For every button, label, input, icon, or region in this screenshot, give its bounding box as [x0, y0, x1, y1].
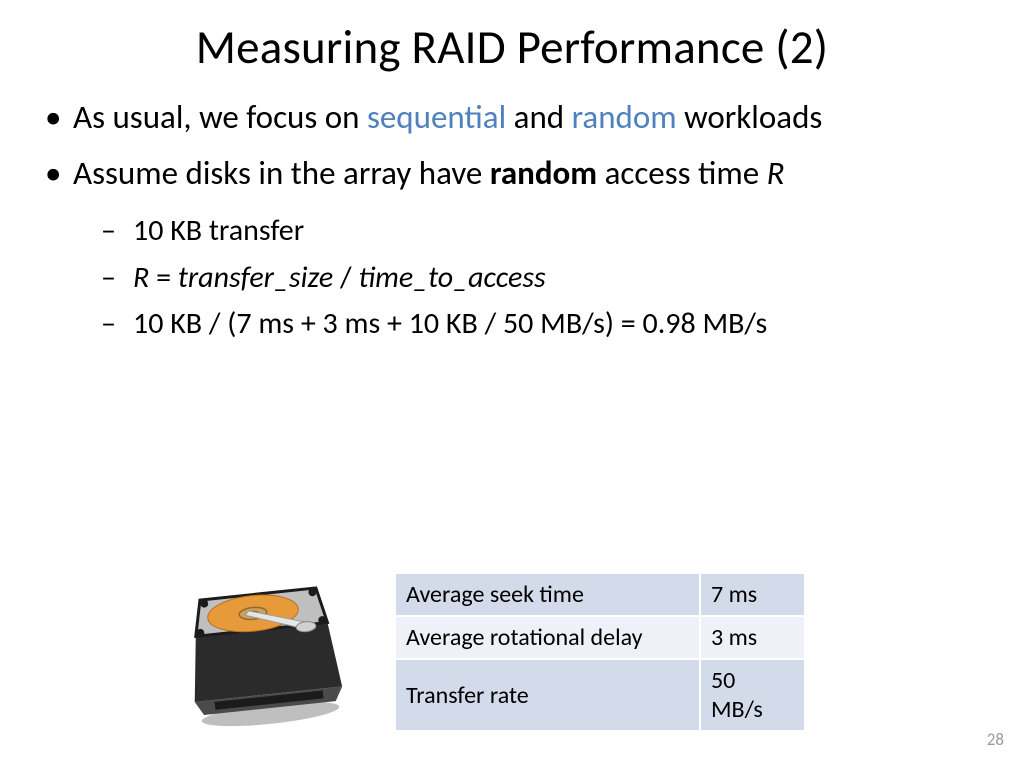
text: / [333, 259, 358, 296]
cell-label: Average seek time [395, 573, 700, 616]
figure-row: Average seek time 7 ms Average rotationa… [180, 572, 806, 732]
text: workloads [677, 97, 823, 137]
var-r: R [133, 259, 149, 296]
table-row: Transfer rate 50 MB/s [395, 659, 805, 731]
text: Assume disks in the array have [73, 153, 490, 193]
highlight-random: random [572, 97, 677, 137]
var-r: R [767, 153, 785, 193]
sub-calculation: 10 KB / (7 ms + 3 ms + 10 KB / 50 MB/s) … [101, 301, 979, 348]
text: = [149, 259, 178, 296]
sub-formula: R = transfer_size / time_to_access [101, 255, 979, 302]
cell-value: 7 ms [700, 573, 805, 616]
table-row: Average seek time 7 ms [395, 573, 805, 616]
bold-random: random [490, 153, 597, 193]
cell-value: 3 ms [700, 616, 805, 659]
table-row: Average rotational delay 3 ms [395, 616, 805, 659]
var-time-to-access: time_to_access [358, 259, 545, 296]
slide-title: Measuring RAID Performance (2) [0, 0, 1024, 96]
text: and [506, 97, 571, 137]
sub-transfer: 10 KB transfer [101, 208, 979, 255]
cell-value: 50 MB/s [700, 659, 805, 731]
bullet-assume: Assume disks in the array have random ac… [45, 152, 979, 348]
highlight-sequential: sequential [367, 97, 506, 137]
cell-label: Average rotational delay [395, 616, 700, 659]
text: access time [597, 153, 767, 193]
spec-table: Average seek time 7 ms Average rotationa… [394, 572, 806, 732]
page-number: 28 [987, 729, 1004, 750]
bullet-workloads: As usual, we focus on sequential and ran… [45, 96, 979, 138]
slide-body: As usual, we focus on sequential and ran… [0, 96, 1024, 348]
hard-drive-icon [173, 569, 356, 736]
text: As usual, we focus on [73, 97, 367, 137]
cell-label: Transfer rate [395, 659, 700, 731]
var-transfer-size: transfer_size [178, 259, 333, 296]
